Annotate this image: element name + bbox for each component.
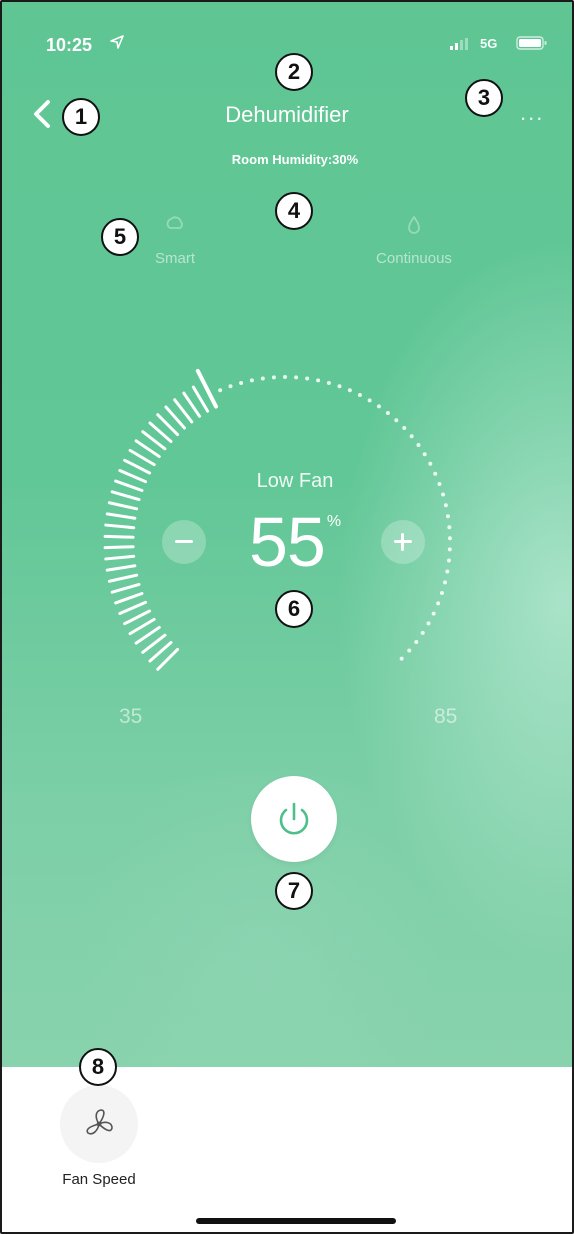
- dial-inactive-dot: [407, 648, 412, 653]
- dial-inactive-dot: [228, 384, 233, 389]
- callout-5: 5: [101, 218, 139, 256]
- dial-inactive-dot: [420, 630, 425, 635]
- dial-inactive-dot: [426, 621, 431, 626]
- fan-speed-button[interactable]: [60, 1085, 138, 1163]
- dial-inactive-dot: [218, 388, 223, 393]
- dial-inactive-dot: [409, 434, 414, 439]
- app-screen: 10:25 5G Dehumidifier ... Room Humidity:: [0, 0, 574, 1234]
- dial-inactive-dot: [294, 375, 299, 380]
- dial-inactive-dot: [260, 376, 265, 381]
- dial-active-tick: [128, 617, 156, 636]
- dial-inactive-dot: [394, 418, 399, 423]
- humidity-setpoint: 55%: [2, 502, 572, 582]
- dial-inactive-dot: [239, 380, 244, 385]
- dial-inactive-dot: [431, 611, 436, 616]
- dial-inactive-dot: [416, 443, 421, 448]
- increase-button[interactable]: [381, 520, 425, 564]
- dial-max-label: 85: [434, 705, 458, 728]
- setpoint-value: 55: [248, 503, 326, 581]
- dial-inactive-dot: [428, 461, 433, 466]
- dial-active-tick: [191, 385, 210, 413]
- dial-inactive-dot: [367, 398, 372, 403]
- dial-inactive-dot: [337, 384, 342, 389]
- callout-4: 4: [275, 192, 313, 230]
- fan-speed-label: Fan Speed: [62, 1171, 136, 1188]
- dial-inactive-dot: [436, 601, 441, 606]
- dial-active-tick: [110, 582, 141, 594]
- dial-inactive-dot: [414, 639, 419, 644]
- dial-inactive-dot: [357, 392, 362, 397]
- dial-inactive-dot: [441, 492, 446, 497]
- fan-icon: [86, 1109, 113, 1135]
- setpoint-unit: %: [326, 513, 342, 530]
- power-icon: [279, 802, 309, 835]
- dial-inactive-dot: [271, 375, 276, 380]
- decrease-button[interactable]: [162, 520, 206, 564]
- dial-inactive-dot: [305, 376, 310, 381]
- dial-inactive-dot: [326, 380, 331, 385]
- dial-inactive-dot: [402, 425, 407, 430]
- dial-inactive-dot: [399, 656, 404, 661]
- dial-inactive-dot: [316, 378, 321, 383]
- dial-inactive-dot: [249, 378, 254, 383]
- dial-active-tick: [123, 609, 152, 626]
- dial-inactive-dot: [439, 590, 444, 595]
- callout-7: 7: [275, 872, 313, 910]
- dial-active-tick: [114, 591, 144, 605]
- callout-8: 8: [79, 1048, 117, 1086]
- callout-3: 3: [465, 79, 503, 117]
- callout-2: 2: [275, 53, 313, 91]
- bottom-toolbar: Fan Speed: [2, 1067, 572, 1232]
- power-button[interactable]: [251, 776, 337, 862]
- dial-active-tick: [118, 600, 148, 615]
- home-indicator[interactable]: [196, 1218, 396, 1224]
- dial-min-label: 35: [119, 705, 143, 728]
- dial-active-tick: [128, 448, 156, 467]
- fan-mode-label: Low Fan: [256, 470, 334, 492]
- dial-inactive-dot: [347, 388, 352, 393]
- dial-inactive-dot: [283, 375, 287, 379]
- dial-inactive-dot: [422, 452, 427, 457]
- callout-6: 6: [275, 590, 313, 628]
- callout-1: 1: [62, 98, 100, 136]
- dial-inactive-dot: [376, 404, 381, 409]
- dial-inactive-dot: [385, 410, 390, 415]
